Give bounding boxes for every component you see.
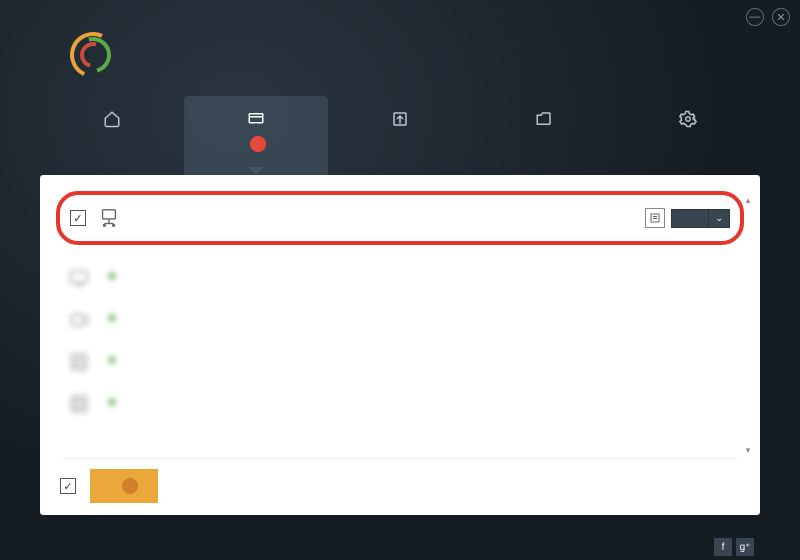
backup-icon (390, 110, 410, 128)
driver-row-highlighted: ✓ ⌄ (56, 191, 744, 245)
update-button[interactable] (671, 209, 709, 228)
download-badge (122, 478, 138, 494)
network-adapter-icon (98, 207, 120, 229)
app-header (0, 0, 800, 86)
status-dot-ok (108, 356, 116, 364)
driver-row (60, 257, 740, 299)
scroll-up-icon[interactable]: ▴ (742, 195, 754, 207)
scroll-down-icon[interactable]: ▾ (742, 445, 754, 457)
driver-row (60, 341, 740, 383)
main-nav (40, 96, 760, 175)
logo-icon (70, 32, 116, 78)
home-icon (102, 110, 122, 128)
updates-icon (246, 110, 266, 128)
system-device-icon (68, 351, 90, 373)
settings-icon (678, 110, 698, 128)
nav-settings[interactable] (616, 96, 760, 175)
select-all-checkbox[interactable]: ✓ (60, 478, 76, 494)
nav-home[interactable] (40, 96, 184, 175)
status-dot-ok (108, 314, 116, 322)
restore-icon (534, 110, 554, 128)
nav-backup[interactable] (328, 96, 472, 175)
driver-row (60, 383, 740, 425)
nav-driver-updates[interactable] (184, 96, 328, 175)
facebook-button[interactable]: f (714, 538, 732, 556)
driver-checkbox[interactable]: ✓ (70, 210, 86, 226)
download-install-button[interactable] (90, 469, 158, 503)
display-adapter-icon (68, 267, 90, 289)
driver-row (60, 299, 740, 341)
audio-device-icon (68, 309, 90, 331)
scrollbar[interactable]: ▴ ▾ (742, 195, 754, 457)
googleplus-button[interactable]: g⁺ (736, 538, 754, 556)
status-dot-ok (108, 398, 116, 406)
update-dropdown-button[interactable]: ⌄ (709, 209, 730, 228)
driver-details-icon[interactable] (645, 208, 665, 228)
system-device-icon (68, 393, 90, 415)
status-dot-ok (108, 272, 116, 280)
nav-restore[interactable] (472, 96, 616, 175)
driver-list-panel: ✓ ⌄ ▴ (40, 175, 760, 515)
updates-badge (250, 136, 266, 152)
